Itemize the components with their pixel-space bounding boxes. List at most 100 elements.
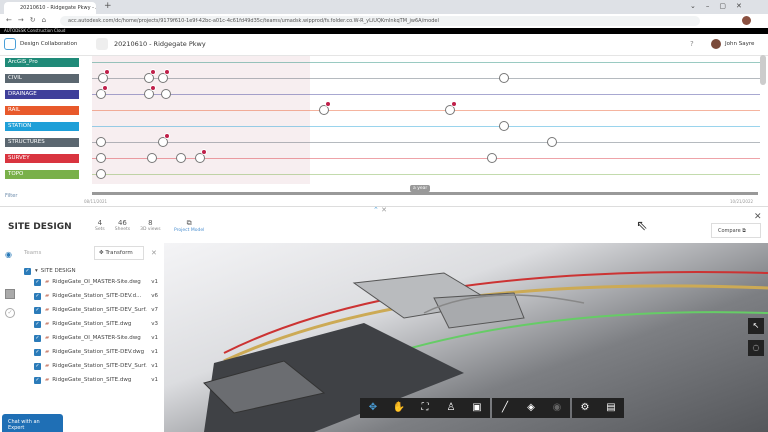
camera-icon[interactable]: ▣ (464, 398, 490, 418)
version-node[interactable] (158, 69, 170, 83)
module-switcher[interactable]: Design Collaboration (20, 41, 77, 47)
filter-link[interactable]: Filter (5, 193, 17, 199)
project-model-button[interactable]: ⧉ Project Model (174, 219, 204, 233)
transform-label: Transform (105, 250, 133, 256)
version-node[interactable] (144, 69, 156, 83)
team-label[interactable]: TOPO (5, 169, 79, 179)
team-track (92, 174, 760, 175)
section-icon[interactable]: ◈ (518, 398, 544, 418)
file-row[interactable]: ✓ ▰ RidgeGate_OI_MASTER-Site.dwg v1 (34, 276, 158, 288)
team-track (92, 94, 760, 95)
team-track (92, 78, 760, 79)
browser-tab[interactable]: 20210610 - Ridgegate Pkwy - A (4, 2, 96, 14)
update-badge (164, 133, 170, 139)
file-version: v6 (151, 293, 158, 299)
checkbox[interactable]: ✓ (34, 334, 41, 342)
version-node[interactable] (96, 169, 106, 179)
checkbox[interactable]: ✓ (34, 278, 41, 286)
compare-button[interactable]: Compare ⧉ (711, 223, 761, 238)
version-node[interactable] (487, 153, 497, 163)
team-label[interactable]: ArcGIS_Pro (5, 57, 79, 67)
file-version: v1 (151, 363, 158, 369)
file-row[interactable]: ✓ ▰ RidgeGate_Station_SITE-DEV_Surf... v1 (34, 360, 158, 372)
file-name: RidgeGate_OI_MASTER-Site.dwg (52, 279, 141, 285)
settings-icon[interactable]: ⚙ (572, 398, 598, 418)
file-row[interactable]: ✓ ▰ RidgeGate_Station_SITE-DEV.dwg v1 (34, 346, 158, 358)
update-badge (451, 101, 457, 107)
file-name: RidgeGate_Station_SITE.dwg (52, 377, 132, 383)
collapse-icon[interactable]: ⌃ ✕ (373, 206, 387, 214)
file-row[interactable]: ✓ ▰ RidgeGate_OI_MASTER-Site.dwg v1 (34, 332, 158, 344)
properties-icon[interactable]: ▤ (598, 398, 624, 418)
version-node[interactable] (161, 89, 171, 99)
window-controls[interactable]: ⌄–▢✕ (690, 2, 752, 10)
team-label[interactable]: DRAINAGE (5, 89, 79, 99)
new-tab-icon[interactable]: + (104, 1, 112, 11)
checkbox[interactable]: ✓ (34, 376, 41, 384)
version-node[interactable] (158, 133, 170, 147)
team-label[interactable]: RAIL (5, 105, 79, 115)
eye-icon[interactable]: ◉ (5, 250, 12, 259)
checkbox[interactable]: ✓ (24, 267, 31, 275)
team-label[interactable]: STRUCTURES (5, 137, 79, 147)
version-node[interactable] (547, 137, 557, 147)
file-row[interactable]: ✓ ▰ RidgeGate_Station_SITE-DEV_Surf... v7 (34, 304, 158, 316)
package-title[interactable]: 20210610 - Ridgegate Pkwy (114, 40, 206, 48)
profile-avatar[interactable] (742, 16, 751, 25)
file-row[interactable]: ✓ ▰ RidgeGate_Station_SITE.dwg v1 (34, 374, 158, 386)
nav-buttons-icon[interactable]: ←→↻⌂ (6, 16, 52, 24)
version-node[interactable] (147, 153, 157, 163)
version-node[interactable] (319, 101, 331, 115)
explode-icon[interactable]: ◉ (544, 398, 570, 418)
version-node[interactable] (98, 69, 110, 83)
user-menu[interactable]: John Sayre (725, 41, 754, 47)
file-row[interactable]: ✓ ▰ RidgeGate_Station_SITE-DEV.d... v6 (34, 290, 158, 302)
stat-value: 4 (97, 219, 103, 227)
team-label[interactable]: CIVIL (5, 73, 79, 83)
file-version: v7 (151, 307, 158, 313)
team-label[interactable]: SURVEY (5, 153, 79, 163)
close-transform-icon[interactable]: ✕ (151, 249, 157, 257)
url-input[interactable]: acc.autodesk.com/dc/home/projects/9179f6… (60, 16, 700, 26)
module-icon (4, 38, 16, 50)
project-model-label: Project Model (174, 228, 205, 233)
stats: 4 Sets 46 Sheets 8 3D views (95, 219, 161, 232)
file-row[interactable]: ✓ ▰ RidgeGate_Station_SITE.dwg v3 (34, 318, 158, 330)
comment-icon[interactable]: ◌ (748, 340, 764, 356)
pan-icon[interactable]: ✋ (386, 398, 412, 418)
version-node[interactable] (499, 121, 509, 131)
version-node[interactable] (176, 153, 186, 163)
orbit-icon[interactable]: ✥ (360, 398, 386, 418)
chat-button[interactable]: Chat with an Expert (2, 414, 63, 432)
close-panel-icon[interactable]: ✕ (754, 212, 762, 222)
version-node[interactable] (445, 101, 457, 115)
scrollbar[interactable] (760, 55, 766, 85)
checkbox[interactable]: ✓ (34, 292, 41, 300)
layers-icon[interactable] (5, 289, 15, 299)
version-node[interactable] (96, 153, 106, 163)
user-avatar (711, 39, 721, 49)
version-node[interactable] (96, 85, 108, 99)
fit-view-icon[interactable]: ⛶ (412, 398, 438, 418)
measure-icon[interactable]: ╱ (492, 398, 518, 418)
transform-button[interactable]: ✥ Transform (94, 246, 144, 260)
checkbox[interactable]: ✓ (34, 348, 41, 356)
checkbox[interactable]: ✓ (34, 320, 41, 328)
team-track (92, 142, 760, 143)
version-node[interactable] (195, 149, 207, 163)
first-person-icon[interactable]: ♙ (438, 398, 464, 418)
version-node[interactable] (499, 73, 509, 83)
checkbox[interactable]: ✓ (34, 306, 41, 314)
checkbox[interactable]: ✓ (34, 362, 41, 370)
end-date: 10/21/2022 (730, 199, 754, 204)
update-badge (150, 85, 156, 91)
team-label[interactable]: STATION (5, 121, 79, 131)
check-circle-icon[interactable]: ✓ (5, 308, 15, 318)
timeline-scrollbar[interactable] (92, 192, 758, 195)
version-node[interactable] (144, 85, 156, 99)
select-tool-icon[interactable]: ↖ (748, 318, 764, 334)
update-badge (102, 85, 108, 91)
version-node[interactable] (96, 137, 106, 147)
stat: 46 Sheets (115, 219, 130, 232)
help-icon[interactable]: ? (690, 40, 694, 48)
